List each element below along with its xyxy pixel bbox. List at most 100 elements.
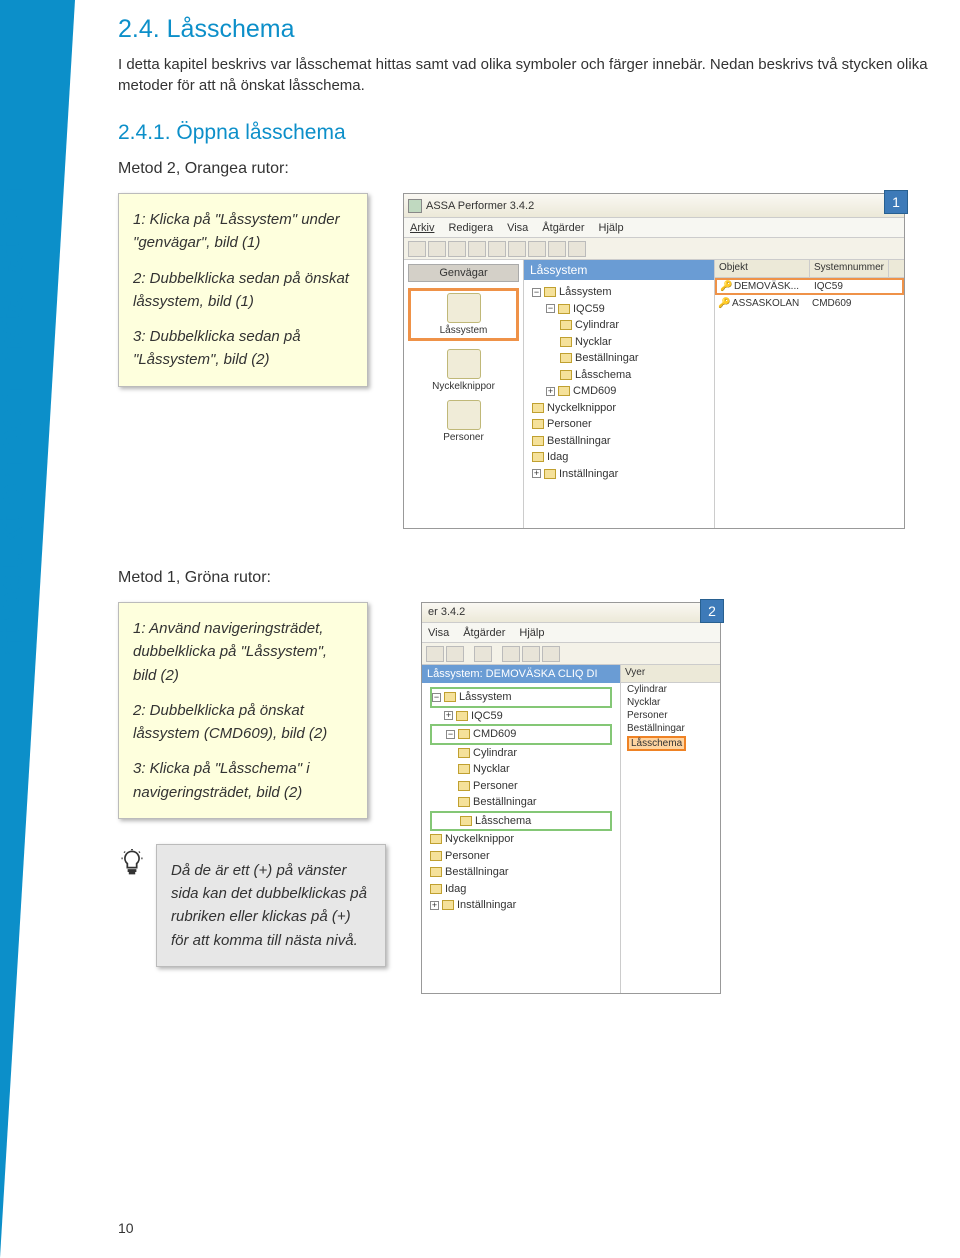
plus-icon[interactable]: + — [430, 901, 439, 910]
menu-hjalp[interactable]: Hjälp — [519, 627, 544, 639]
house-icon — [447, 293, 481, 323]
nav-tree: −Låssystem −IQC59 Cylindrar Nycklar Best… — [524, 280, 714, 486]
tree-label: Beställningar — [575, 350, 639, 367]
shortcut-label: Låssystem — [440, 325, 488, 336]
plus-icon[interactable]: + — [532, 469, 541, 478]
minus-icon[interactable]: − — [446, 730, 455, 739]
plus-icon[interactable]: + — [444, 711, 453, 720]
tree-node[interactable]: Beställningar — [532, 433, 706, 450]
tree-node[interactable]: + Inställningar — [430, 897, 612, 914]
view-row-hl-orange[interactable]: Låsschema — [621, 735, 720, 752]
folder-icon — [558, 386, 570, 396]
tree-node[interactable]: Personer — [532, 416, 706, 433]
tree-node[interactable]: Cylindrar — [532, 317, 706, 334]
instruction-box-orange: 1: Klicka på "Låssystem" under "genvägar… — [118, 193, 368, 387]
shortcut-nyckelknippor[interactable]: Nyckelknippor — [408, 349, 519, 392]
side-section-label: Introduktion och Installation — [0, 187, 31, 671]
list-row[interactable]: 🔑 ASSASKOLAN CMD609 — [715, 295, 904, 312]
tree-node[interactable]: Låsschema — [532, 367, 706, 384]
tip-row: Då de är ett (+) på vänster sida kan det… — [118, 844, 386, 967]
cell-system: CMD609 — [809, 298, 854, 309]
col-objekt[interactable]: Objekt — [715, 260, 810, 277]
tree-node-hl-green[interactable]: Låsschema — [430, 811, 612, 832]
shortcut-lassystem[interactable]: Låssystem — [408, 288, 519, 341]
menu-arkiv[interactable]: Arkiv — [410, 222, 434, 234]
cell-objekt: DEMOVÄSK... — [731, 281, 811, 292]
tree-node[interactable]: Idag — [430, 881, 612, 898]
minus-icon[interactable]: − — [546, 304, 555, 313]
minus-icon[interactable]: − — [432, 693, 441, 702]
toolbar-icon[interactable] — [528, 241, 546, 257]
toolbar-icon[interactable] — [522, 646, 540, 662]
toolbar-icon[interactable] — [468, 241, 486, 257]
app-title-partial: er 3.4.2 — [422, 603, 720, 623]
tree-node-hl-green[interactable]: −CMD609 — [430, 724, 612, 745]
tree-label: Låsschema — [475, 813, 531, 830]
instruction-box-green: 1: Använd navigeringsträdet, dubbelklick… — [118, 602, 368, 819]
tree-node[interactable]: Nycklar — [430, 761, 612, 778]
folder-icon — [560, 370, 572, 380]
badge-1: 1 — [884, 190, 908, 214]
menu-atgarder[interactable]: Åtgärder — [542, 222, 584, 234]
menu-hjalp[interactable]: Hjälp — [599, 222, 624, 234]
tree-node[interactable]: Nycklar — [532, 334, 706, 351]
tree-node[interactable]: Cylindrar — [430, 745, 612, 762]
tree-node-hl-green[interactable]: − Låssystem — [430, 687, 612, 708]
menu-bar: Visa Åtgärder Hjälp — [422, 623, 720, 643]
tools-icon — [544, 469, 556, 479]
shortcut-label: Personer — [443, 432, 484, 443]
menu-visa[interactable]: Visa — [428, 627, 449, 639]
tree-node[interactable]: Beställningar — [532, 350, 706, 367]
toolbar-icon[interactable] — [448, 241, 466, 257]
tree-label: Nycklar — [473, 761, 510, 778]
list-row-highlighted[interactable]: 🔑 DEMOVÄSK... IQC59 — [715, 278, 904, 295]
tree-node[interactable]: Personer — [430, 848, 612, 865]
tree-node[interactable]: +CMD609 — [532, 383, 706, 400]
toolbar-icon[interactable] — [548, 241, 566, 257]
tree-label: Personer — [445, 848, 490, 865]
toolbar-icon[interactable] — [568, 241, 586, 257]
tree-node[interactable]: Nyckelknippor — [430, 831, 612, 848]
tree-node[interactable]: Beställningar — [430, 794, 612, 811]
toolbar-icon[interactable] — [408, 241, 426, 257]
tree-node[interactable]: +Inställningar — [532, 466, 706, 483]
toolbar-icon[interactable] — [426, 646, 444, 662]
folder-icon — [560, 320, 572, 330]
tree-node[interactable]: Beställningar — [430, 864, 612, 881]
toolbar-icon[interactable] — [542, 646, 560, 662]
tree-node[interactable]: +IQC59 — [430, 708, 612, 725]
toolbar-icon[interactable] — [488, 241, 506, 257]
tree-label: Låssystem — [459, 689, 512, 706]
toolbar-icon[interactable] — [446, 646, 464, 662]
lightbulb-icon — [118, 849, 146, 877]
cell-system: IQC59 — [811, 281, 846, 292]
toolbar-icon[interactable] — [428, 241, 446, 257]
tree-node[interactable]: Nyckelknippor — [532, 400, 706, 417]
menu-redigera[interactable]: Redigera — [448, 222, 493, 234]
view-row[interactable]: Personer — [621, 709, 720, 722]
toolbar-icon[interactable] — [508, 241, 526, 257]
menu-atgarder[interactable]: Åtgärder — [463, 627, 505, 639]
tree-node[interactable]: Personer — [430, 778, 612, 795]
tree-node[interactable]: Idag — [532, 449, 706, 466]
tree-label: Inställningar — [457, 897, 516, 914]
list-header: Objekt Systemnummer — [715, 260, 904, 278]
heading-2: 2.4.1. Öppna låsschema — [118, 121, 928, 145]
tree-header: Låssystem — [524, 260, 714, 280]
toolbar-icon[interactable] — [502, 646, 520, 662]
tree-node[interactable]: −Låssystem — [532, 284, 706, 301]
plus-icon[interactable]: + — [546, 387, 555, 396]
view-row[interactable]: Cylindrar — [621, 683, 720, 696]
view-row[interactable]: Nycklar — [621, 696, 720, 709]
minus-icon[interactable]: − — [532, 288, 541, 297]
folder-icon — [447, 349, 481, 379]
toolbar-icon[interactable] — [474, 646, 492, 662]
tree-label: Nycklar — [575, 334, 612, 351]
shortcut-personer[interactable]: Personer — [408, 400, 519, 443]
menu-visa[interactable]: Visa — [507, 222, 528, 234]
view-row[interactable]: Beställningar — [621, 722, 720, 735]
tree-label: Personer — [547, 416, 592, 433]
col-systemnummer[interactable]: Systemnummer — [810, 260, 889, 277]
folder-icon — [458, 797, 470, 807]
tree-node[interactable]: −IQC59 — [532, 301, 706, 318]
